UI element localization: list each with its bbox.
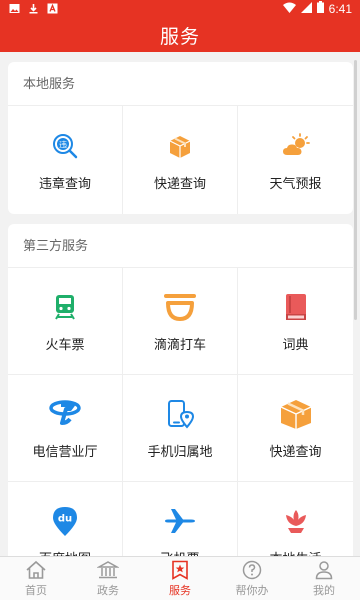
- government-icon: [97, 559, 119, 581]
- app-icon: [47, 3, 58, 14]
- nav-service[interactable]: 服务: [144, 557, 216, 600]
- service-label: 违章查询: [38, 175, 91, 191]
- nav-label: 政务: [97, 585, 119, 597]
- service-telecom[interactable]: 电信营业厅: [8, 375, 123, 482]
- nav-label: 帮你办: [235, 585, 269, 597]
- battery-icon: [316, 1, 324, 16]
- service-label: 电信营业厅: [32, 443, 98, 459]
- nav-label: 我的: [313, 585, 335, 597]
- page-title: 服务: [159, 27, 200, 48]
- service-package-query-2[interactable]: 快递查询: [238, 375, 353, 482]
- svg-text:du: du: [58, 513, 72, 524]
- baidu-map-icon: du: [48, 504, 82, 538]
- nav-label: 服务: [169, 585, 191, 597]
- service-phone-location[interactable]: 手机归属地: [123, 375, 238, 482]
- service-label: 滴滴打车: [153, 336, 206, 352]
- user-icon: [313, 559, 335, 581]
- signal-icon: [300, 1, 312, 16]
- home-icon: [25, 559, 47, 581]
- content-area: 本地服务 违 违章查询 快递查询 天气预报 第三方服务 火车票 滴滴打车 词典 …: [8, 62, 353, 589]
- section-title: 第三方服务: [8, 224, 353, 268]
- didi-icon: [163, 290, 197, 324]
- service-icon: [169, 559, 191, 581]
- section-title: 本地服务: [8, 62, 353, 106]
- dictionary-icon: [279, 290, 313, 324]
- package-icon: [279, 397, 313, 431]
- service-train-ticket[interactable]: 火车票: [8, 268, 123, 375]
- package-icon: [163, 129, 197, 163]
- phone-location-icon: [163, 397, 197, 431]
- service-label: 天气预报: [269, 175, 322, 191]
- nav-home[interactable]: 首页: [0, 557, 72, 600]
- local-services-card: 本地服务 违 违章查询 快递查询 天气预报: [8, 62, 353, 214]
- service-didi[interactable]: 滴滴打车: [123, 268, 238, 375]
- telecom-icon: [48, 397, 82, 431]
- help-icon: [241, 559, 263, 581]
- nav-help[interactable]: 帮你办: [216, 557, 288, 600]
- violation-search-icon: 违: [48, 129, 82, 163]
- wifi-icon: [282, 2, 296, 16]
- service-weather[interactable]: 天气预报: [238, 106, 353, 214]
- nav-government[interactable]: 政务: [72, 557, 144, 600]
- train-icon: [48, 290, 82, 324]
- airplane-icon: [163, 504, 197, 538]
- service-violation-search[interactable]: 违 违章查询: [8, 106, 123, 214]
- third-party-services-card: 第三方服务 火车票 滴滴打车 词典 电信营业厅 手机归属地 快递查询 du: [8, 224, 353, 589]
- svg-text:违: 违: [59, 140, 67, 149]
- status-bar: 6:41: [0, 0, 360, 18]
- service-label: 词典: [282, 336, 309, 352]
- image-icon: [9, 3, 20, 14]
- nav-mine[interactable]: 我的: [288, 557, 360, 600]
- service-label: 快递查询: [269, 443, 322, 459]
- download-icon: [28, 3, 39, 14]
- bottom-nav: 首页 政务 服务 帮你办 我的: [0, 556, 360, 600]
- service-dictionary[interactable]: 词典: [238, 268, 353, 375]
- status-time: 6:41: [328, 1, 352, 16]
- scrollbar[interactable]: [354, 60, 357, 320]
- nav-label: 首页: [25, 585, 47, 597]
- service-package-query[interactable]: 快递查询: [123, 106, 238, 214]
- service-label: 手机归属地: [147, 443, 213, 459]
- service-label: 快递查询: [153, 175, 206, 191]
- weather-icon: [279, 129, 313, 163]
- service-label: 火车票: [45, 336, 85, 352]
- lotus-icon: [279, 504, 313, 538]
